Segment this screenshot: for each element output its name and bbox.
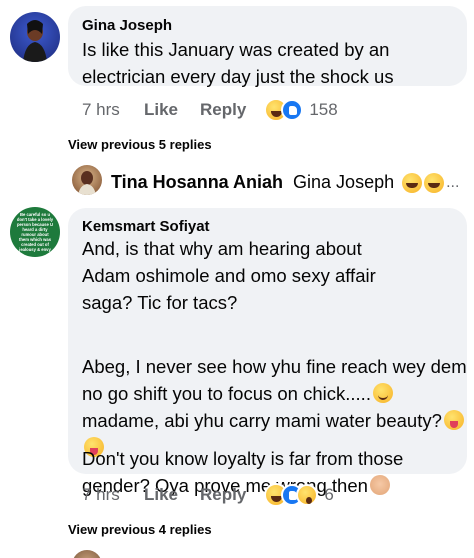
- view-previous-replies[interactable]: View previous 5 replies: [68, 137, 212, 152]
- facepalm-emoji: [369, 475, 390, 495]
- timestamp[interactable]: 7 hrs: [82, 100, 144, 120]
- reply-button[interactable]: Reply: [200, 100, 246, 120]
- comment-text: Is like this January was created by an e…: [82, 39, 394, 87]
- comment-actions: 7 hrs Like Reply 6: [82, 483, 334, 507]
- gina-avatar[interactable]: [10, 12, 60, 62]
- avatar-quote-text: Be careful so u don't take a lovely pers…: [16, 212, 54, 252]
- avatar-photo: [78, 171, 96, 195]
- wow-reaction-icon: [296, 484, 319, 506]
- like-reaction-icon: [281, 99, 304, 121]
- tina-avatar[interactable]: [72, 165, 102, 195]
- comment-author[interactable]: Kemsmart Sofiyat: [82, 218, 210, 235]
- reaction-count[interactable]: 158: [309, 100, 337, 120]
- kemsmart-avatar[interactable]: Be careful so u don't take a lovely pers…: [10, 207, 60, 257]
- comment-paragraph-1: And, is that why am hearing about Adam o…: [82, 238, 376, 313]
- comment-bubble: Kemsmart Sofiyat And, is that why am hea…: [68, 208, 467, 496]
- comment-actions: 7 hrs Like Reply 158: [82, 98, 338, 122]
- avatar-photo: [23, 20, 47, 62]
- reply-author[interactable]: Tina Hosanna Aniah: [111, 172, 283, 193]
- like-button[interactable]: Like: [144, 485, 178, 505]
- laughing-emoji: [424, 172, 445, 193]
- timestamp[interactable]: 7 hrs: [82, 485, 144, 505]
- reactions-summary[interactable]: [264, 98, 304, 122]
- comment-author[interactable]: Gina Joseph: [82, 17, 172, 34]
- ellipsis: ...: [446, 173, 460, 191]
- reactions-summary[interactable]: [264, 483, 319, 507]
- reply-button[interactable]: Reply: [200, 485, 246, 505]
- smile-emoji: [372, 383, 393, 403]
- like-button[interactable]: Like: [144, 100, 178, 120]
- laughing-emoji: [402, 172, 423, 193]
- view-previous-replies[interactable]: View previous 4 replies: [68, 522, 212, 537]
- reaction-count[interactable]: 6: [324, 485, 333, 505]
- next-reply-avatar[interactable]: [72, 550, 102, 558]
- comment-bubble: Gina Joseph Is like this January was cre…: [68, 6, 467, 87]
- paragraph-2-text: Abeg, I never see how yhu fine reach wey…: [82, 356, 467, 404]
- collapsed-reply[interactable]: Tina Hosanna Aniah Gina Joseph ...: [111, 172, 459, 193]
- reply-preview: Gina Joseph: [293, 172, 395, 192]
